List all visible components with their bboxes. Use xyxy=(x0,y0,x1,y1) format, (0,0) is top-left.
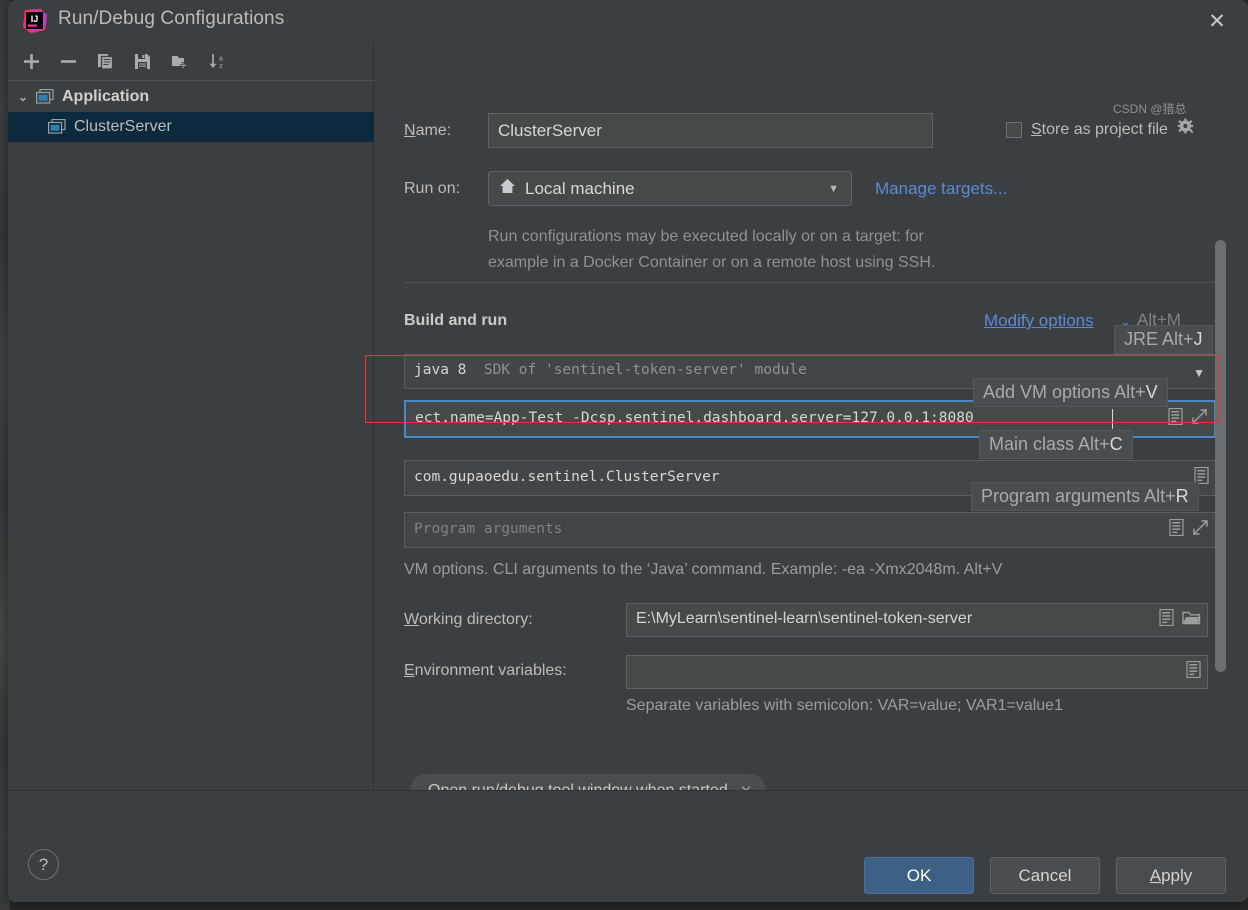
save-icon[interactable] xyxy=(127,46,158,76)
run-on-description: Run configurations may be executed local… xyxy=(488,224,1108,276)
application-icon xyxy=(36,88,56,105)
working-directory-input[interactable]: E:\MyLearn\sentinel-learn\sentinel-token… xyxy=(626,603,1208,637)
jre-value-rest: SDK of 'sentinel-token-server' module xyxy=(483,362,807,378)
cancel-button[interactable]: Cancel xyxy=(990,857,1100,894)
chevron-down-icon[interactable]: ⌄ xyxy=(18,90,36,104)
program-arguments-field-icons xyxy=(1169,518,1209,541)
store-as-project-file-row[interactable]: Store as project file xyxy=(1006,118,1195,141)
name-label: Name: xyxy=(404,122,452,139)
chevron-down-icon[interactable]: ▼ xyxy=(1193,366,1205,380)
dialog-title: Run/Debug Configurations xyxy=(58,8,285,29)
program-arguments-tooltip: Program arguments Alt+R xyxy=(971,482,1199,511)
working-directory-field-icons xyxy=(1159,608,1201,631)
option-chip-label: Open run/debug tool window when started xyxy=(428,781,728,791)
question-mark-icon[interactable]: ? xyxy=(28,849,59,880)
manage-targets-link[interactable]: Manage targets... xyxy=(875,179,1007,199)
text-cursor xyxy=(1112,409,1113,429)
jre-tooltip: JRE Alt+J xyxy=(1114,325,1213,354)
svg-text:a: a xyxy=(219,55,223,62)
run-debug-configurations-dialog: IJ Run/Debug Configurations ✕ a z ⌄ Appl… xyxy=(8,0,1248,902)
folder-add-icon[interactable] xyxy=(164,46,195,76)
run-on-value: Local machine xyxy=(525,178,635,198)
run-on-description-line2: example in a Docker Container or on a re… xyxy=(488,254,936,271)
main-class-value: com.gupaoedu.sentinel.ClusterServer xyxy=(414,469,720,485)
environment-variables-help-text: Separate variables with semicolon: VAR=v… xyxy=(626,697,1063,714)
program-arguments-placeholder: Program arguments xyxy=(414,521,563,537)
chevron-down-icon[interactable]: ▼ xyxy=(828,183,839,195)
program-arguments-input[interactable]: Program arguments xyxy=(404,512,1216,548)
csdn-watermark: CSDN @猎总 xyxy=(1113,102,1187,116)
minus-icon[interactable] xyxy=(53,46,84,76)
configuration-form: Name: Store as project file xyxy=(375,42,1248,790)
environment-variables-input[interactable] xyxy=(626,655,1208,689)
multiline-editor-icon[interactable] xyxy=(1186,660,1201,683)
tree-group-label: Application xyxy=(62,88,150,105)
configurations-tree: ⌄ Application ClusterServer xyxy=(8,82,374,142)
environment-variables-field-icons xyxy=(1186,660,1201,683)
application-icon xyxy=(48,118,68,135)
folder-icon[interactable] xyxy=(1182,610,1201,631)
store-as-project-file-label: Store as project file xyxy=(1031,120,1168,138)
vm-options-field-icons xyxy=(1168,407,1208,430)
option-chip-open-tool-window[interactable]: Open run/debug tool window when started … xyxy=(410,774,767,791)
apply-button[interactable]: Apply xyxy=(1116,857,1226,894)
multiline-editor-icon[interactable] xyxy=(1159,608,1174,631)
dialog-titlebar: IJ Run/Debug Configurations ✕ xyxy=(8,0,1248,42)
vm-options-value: ect.name=App-Test -Dcsp.sentinel.dashboa… xyxy=(415,410,974,426)
store-as-project-file-checkbox[interactable] xyxy=(1006,121,1022,138)
run-on-label: Run on: xyxy=(404,180,461,197)
expand-icon[interactable] xyxy=(1191,408,1208,430)
main-class-tooltip: Main class Alt+C xyxy=(979,430,1133,459)
intellij-idea-logo-icon: IJ xyxy=(22,8,48,34)
section-divider xyxy=(404,282,1216,283)
tree-item-clusterserver[interactable]: ClusterServer xyxy=(8,112,374,142)
close-icon[interactable]: ✕ xyxy=(740,782,753,791)
copy-icon[interactable] xyxy=(90,46,121,76)
vm-options-help-text: VM options. CLI arguments to the ‘Java’ … xyxy=(404,561,1003,578)
working-directory-value: E:\MyLearn\sentinel-learn\sentinel-token… xyxy=(636,610,973,627)
run-on-description-line1: Run configurations may be executed local… xyxy=(488,228,924,245)
vertical-scrollbar[interactable] xyxy=(1215,240,1226,672)
configurations-toolbar: a z xyxy=(8,42,374,81)
close-icon[interactable]: ✕ xyxy=(1196,4,1238,38)
modify-options-link[interactable]: Modify options xyxy=(984,311,1094,331)
add-vm-options-tooltip: Add VM options Alt+V xyxy=(973,378,1168,407)
svg-text:z: z xyxy=(219,63,223,70)
home-icon xyxy=(499,178,516,199)
run-on-combo[interactable]: Local machine ▼ xyxy=(488,171,852,206)
multiline-editor-icon[interactable] xyxy=(1169,518,1184,541)
name-input[interactable] xyxy=(488,113,933,148)
multiline-editor-icon[interactable] xyxy=(1168,407,1183,430)
environment-variables-label: Environment variables: xyxy=(404,662,567,679)
ok-button[interactable]: OK xyxy=(864,857,974,894)
jre-value-bold: java 8 xyxy=(414,362,467,378)
sort-alpha-icon[interactable]: a z xyxy=(201,46,232,76)
build-and-run-title: Build and run xyxy=(404,312,508,329)
working-directory-label: Working directory: xyxy=(404,611,533,628)
tree-group-application[interactable]: ⌄ Application xyxy=(8,82,374,112)
svg-text:IJ: IJ xyxy=(31,14,39,24)
gear-icon[interactable] xyxy=(1177,118,1195,141)
jre-value: java 8 SDK of 'sentinel-token-server' mo… xyxy=(414,362,807,378)
expand-icon[interactable] xyxy=(1192,519,1209,541)
configurations-sidebar: a z ⌄ Application ClusterServer xyxy=(8,42,374,817)
tree-item-label: ClusterServer xyxy=(74,118,172,135)
dialog-footer: ? OK Cancel Apply xyxy=(8,790,1248,902)
plus-icon[interactable] xyxy=(16,46,47,76)
